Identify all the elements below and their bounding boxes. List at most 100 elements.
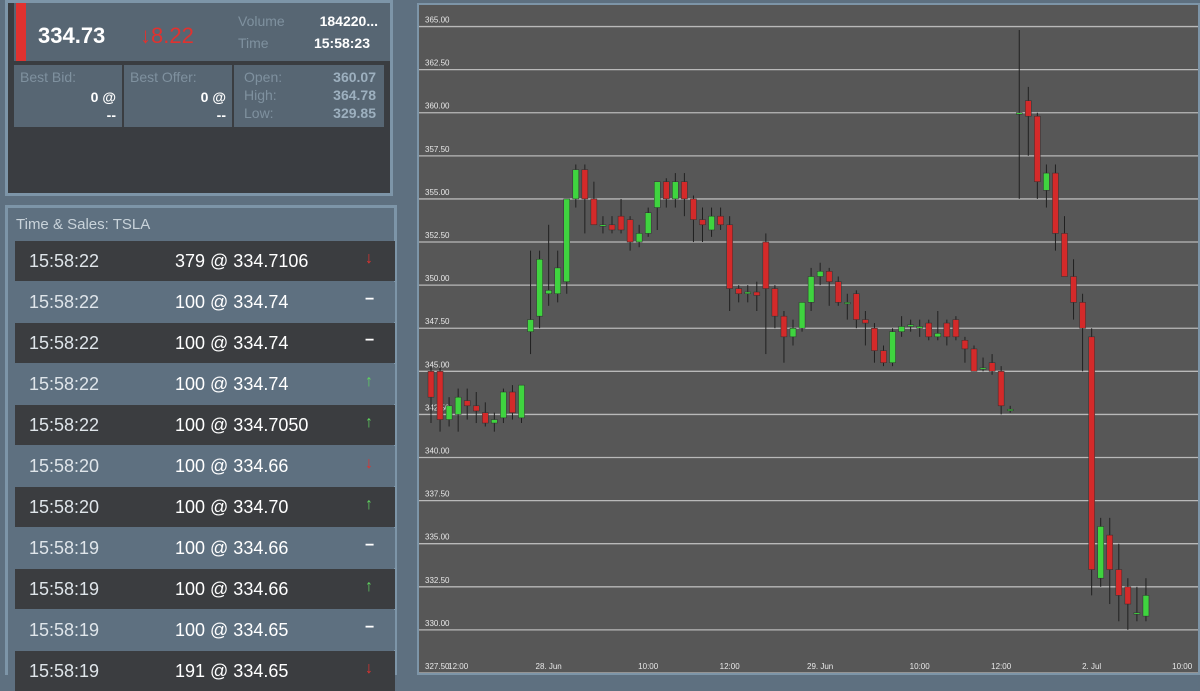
candle-down: [608, 224, 616, 231]
candle-up: [1097, 526, 1104, 579]
candle-up: [934, 333, 942, 338]
candle-up: [554, 267, 561, 294]
time-and-sales-row[interactable]: 15:58:19 100 @ 334.66 −: [15, 528, 395, 568]
y-tick-label: 365.00: [425, 16, 450, 25]
candle-up: [798, 302, 806, 329]
candle-down: [1025, 100, 1032, 117]
time-and-sales-row[interactable]: 15:58:19 100 @ 334.65 −: [15, 610, 395, 650]
uptick-arrow-icon: ↑: [365, 414, 373, 431]
time-and-sales-row[interactable]: 15:58:22 100 @ 334.74 ↑: [15, 364, 395, 404]
candle-up: [518, 384, 525, 419]
candle-up: [672, 181, 679, 200]
candle-down: [1124, 586, 1132, 605]
trade-size-price: 100 @ 334.65: [175, 620, 289, 640]
trade-size-price: 100 @ 334.7050: [175, 415, 309, 435]
y-tick-label: 345.00: [425, 360, 450, 369]
trade-size-price: 100 @ 334.74: [175, 374, 289, 394]
x-tick-label: 2. Jul: [1082, 662, 1101, 671]
y-tick-label: 360.00: [425, 102, 450, 111]
best-offer-value: 0 @: [200, 89, 226, 105]
candle-up: [527, 319, 534, 332]
trade-size-price: 100 @ 334.66: [175, 579, 289, 599]
downtick-arrow-icon: ↓: [365, 250, 373, 267]
trade-size-price: 191 @ 334.65: [175, 661, 289, 681]
time-and-sales-row[interactable]: 15:58:22 100 @ 334.74 −: [15, 282, 395, 322]
time-and-sales-row[interactable]: 15:58:20 100 @ 334.66 ↓: [15, 446, 395, 486]
candle-up: [491, 419, 498, 424]
best-offer-label: Best Offer:: [130, 69, 197, 85]
candle-down: [463, 400, 471, 407]
candle-down: [825, 271, 833, 282]
trade-size-price: 100 @ 334.74: [175, 292, 289, 312]
candle-up: [1043, 172, 1050, 191]
trade-time: 15:58:19: [29, 661, 100, 681]
x-tick-label: 29. Jun: [807, 662, 833, 671]
best-bid-size: --: [106, 107, 116, 123]
time-and-sales-row[interactable]: 15:58:19 191 @ 334.65 ↓: [15, 651, 395, 691]
candle-up: [545, 290, 552, 294]
candle-down: [970, 348, 978, 372]
time-and-sales-row[interactable]: 15:58:19 100 @ 334.66 ↑: [15, 569, 395, 609]
candle-down: [1034, 115, 1041, 182]
candle-down: [943, 322, 951, 338]
candle-down: [925, 322, 932, 338]
candle-down: [871, 327, 878, 351]
x-tick-label: 28. Jun: [536, 662, 562, 671]
best-offer-cell: Best Offer: 0 @ --: [124, 65, 232, 127]
last-price: 334.73: [38, 23, 106, 48]
candle-down: [1052, 172, 1059, 234]
low-value: 329.85: [333, 105, 376, 121]
candle-down: [427, 371, 435, 398]
downtick-arrow-icon: ↓: [365, 660, 373, 677]
trade-time: 15:58:20: [29, 497, 100, 517]
candle-down: [862, 319, 869, 324]
y-tick-label: 350.00: [425, 274, 450, 283]
candle-down: [1061, 233, 1068, 277]
y-tick-label: 340.00: [425, 447, 450, 456]
x-tick-label: 10:00: [638, 662, 659, 671]
y-tick-label: 355.00: [425, 188, 450, 197]
time-and-sales-row[interactable]: 15:58:22 379 @ 334.7106 ↓: [15, 241, 395, 281]
trade-size-price: 100 @ 334.70: [175, 497, 289, 517]
candle-down: [853, 293, 860, 320]
trade-time: 15:58:22: [29, 292, 100, 312]
candle-down: [1079, 302, 1086, 329]
open-label: Open:: [244, 69, 283, 85]
x-tick-label: 10:00: [910, 662, 931, 671]
candle-down: [617, 215, 625, 231]
high-value: 364.78: [333, 87, 376, 103]
ohl-cell: Open: 360.07 High: 364.78 Low: 329.85: [234, 65, 384, 127]
trade-size-price: 379 @ 334.7106: [175, 251, 309, 271]
candle-down: [780, 315, 788, 338]
trade-time: 15:58:19: [29, 579, 100, 599]
candle-up: [1142, 595, 1150, 617]
candle-down: [1106, 534, 1113, 570]
candle-down: [726, 224, 733, 289]
time-and-sales-panel: Time & Sales: TSLA 15:58:22 379 @ 334.710…: [5, 205, 397, 691]
candle-up: [1006, 408, 1014, 411]
candle-up: [816, 271, 824, 277]
candle-up: [708, 215, 715, 231]
time-and-sales-row[interactable]: 15:58:20 100 @ 334.70 ↑: [15, 487, 395, 527]
candle-up: [654, 181, 661, 208]
y-tick-label: 337.50: [425, 490, 450, 499]
candle-down: [771, 288, 779, 317]
candle-up: [572, 169, 580, 200]
candle-down: [581, 169, 589, 200]
time-and-sales-row[interactable]: 15:58:22 100 @ 334.74 −: [15, 323, 395, 363]
candle-down: [482, 412, 489, 424]
candle-down: [436, 371, 444, 420]
time-and-sales-row[interactable]: 15:58:22 100 @ 334.7050 ↑: [15, 405, 395, 445]
candlestick-chart[interactable]: 327.50330.00332.50335.00337.50340.00342.…: [419, 5, 1198, 673]
price-chart[interactable]: 327.50330.00332.50335.00337.50340.00342.…: [417, 3, 1200, 675]
candle-down: [1070, 276, 1077, 303]
best-offer-size: --: [216, 107, 226, 123]
x-tick-label: 10:00: [1172, 662, 1193, 671]
net-change: ↓8.22: [140, 23, 194, 48]
candle-up: [744, 291, 751, 294]
uptick-arrow-icon: ↑: [365, 496, 373, 513]
y-tick-label: 347.50: [425, 317, 450, 326]
unchanged-dash-icon: −: [365, 537, 375, 554]
chart-panel: 327.50330.00332.50335.00337.50340.00342.…: [410, 0, 1200, 675]
high-label: High:: [244, 87, 277, 103]
